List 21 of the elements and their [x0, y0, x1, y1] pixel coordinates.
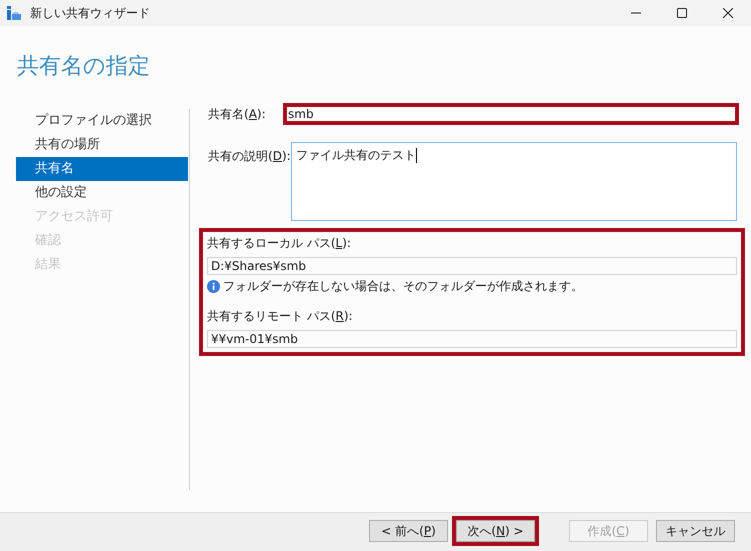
app-icon — [6, 5, 22, 21]
field-label: 共有するローカル パス(L): — [207, 235, 352, 252]
wizard-step[interactable]: プロファイルの選択 — [16, 109, 188, 133]
wizard-button[interactable]: < 前へ(P) — [369, 520, 448, 542]
wizard-button[interactable]: キャンセル — [656, 520, 735, 542]
info-message: フォルダーが存在しない場合は、そのフォルダーが作成されます。 — [223, 278, 583, 295]
page-heading: 共有名の指定 — [17, 53, 151, 81]
field-label: 共有の説明(D): — [207, 148, 291, 165]
local-path-field[interactable]: D:¥Shares¥smb — [207, 257, 737, 275]
window-title: 新しい共有ウィザード — [30, 5, 150, 22]
remote-path-field[interactable]: ¥¥vm-01¥smb — [207, 330, 737, 348]
info-icon — [207, 280, 220, 292]
field-label: 共有するリモート パス(R): — [207, 308, 354, 325]
maximize-icon — [677, 8, 687, 18]
description-field[interactable]: ファイル共有のテスト — [291, 142, 737, 221]
wizard-step[interactable]: 共有名 — [16, 157, 188, 181]
share-name-field[interactable]: smb — [283, 103, 739, 125]
close-icon — [723, 8, 733, 18]
wizard-step[interactable]: 共有の場所 — [16, 133, 188, 157]
field-label: 共有名(A): — [207, 106, 267, 123]
wizard-step[interactable]: 他の設定 — [16, 181, 188, 205]
